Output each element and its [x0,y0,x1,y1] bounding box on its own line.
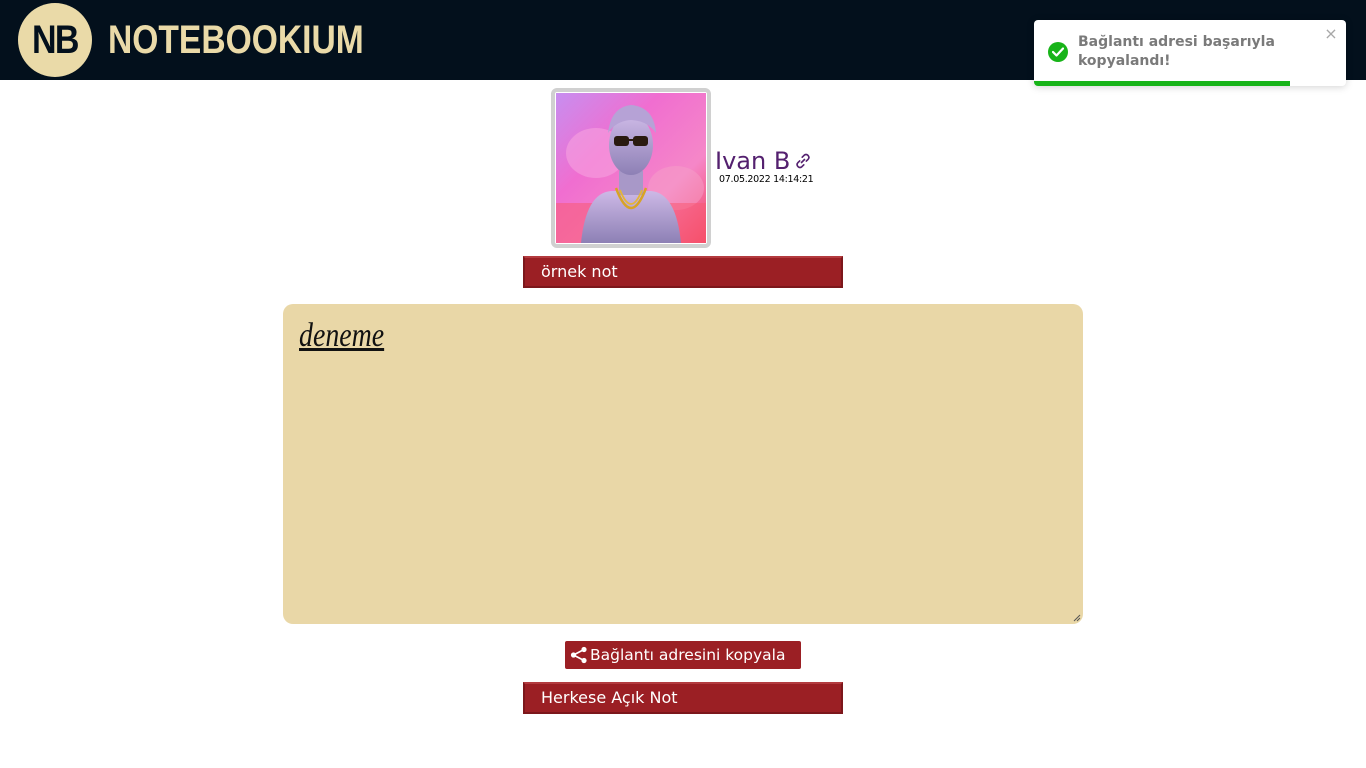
avatar-image [556,93,706,243]
logo-badge[interactable]: NB [18,3,92,77]
logo-initials: NB [32,17,79,62]
close-icon[interactable]: × [1324,26,1338,42]
link-icon[interactable] [794,152,812,170]
note-content-text: deneme [299,317,385,354]
toast-message: Bağlantı adresi başarıyla kopyalandı! [1078,34,1275,69]
author-name[interactable]: Ivan B [715,146,790,176]
share-icon [570,646,587,664]
success-toast: Bağlantı adresi başarıyla kopyalandı! × [1034,20,1346,86]
visibility-status: Herkese Açık Not [523,682,843,714]
note-content-area[interactable]: deneme [283,304,1083,624]
copy-link-label: Bağlantı adresini kopyala [590,646,786,664]
copy-link-button[interactable]: Bağlantı adresini kopyala [565,641,801,669]
avatar [551,88,711,248]
note-title: örnek not [523,256,843,288]
toast-progress-bar [1034,81,1290,86]
note-timestamp: 07.05.2022 14:14:21 [719,174,814,185]
brand-name[interactable]: NOTEBOOKIUM [108,18,364,62]
resize-grip-icon[interactable] [1073,614,1081,622]
check-circle-icon [1048,42,1068,62]
